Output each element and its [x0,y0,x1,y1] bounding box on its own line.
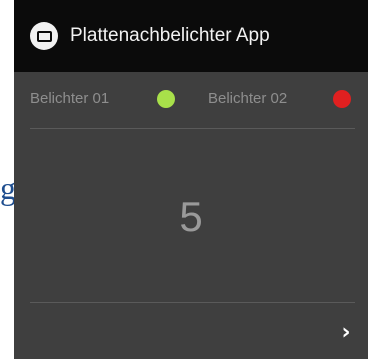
chevron-right-icon: › [341,320,351,345]
app-title: Plattenachbelichter App [70,25,270,46]
bottom-divider [30,302,355,303]
status-row: Belichter 01 Belichter 02 [14,72,368,126]
app-bar: Plattenachbelichter App [14,0,368,72]
monitor-icon [30,22,58,50]
belichter-01-status-indicator [157,90,175,108]
belichter-01-label: Belichter 01 [30,90,110,107]
counter-value: 5 [179,193,203,240]
page: g Plattenachbelichter App Belichter 01 B… [0,0,381,359]
next-button[interactable]: › [332,318,360,348]
belichter-02-status-indicator [333,90,351,108]
device-screen: Plattenachbelichter App Belichter 01 Bel… [14,0,368,359]
belichter-02-label: Belichter 02 [208,90,288,107]
top-divider [30,128,355,129]
